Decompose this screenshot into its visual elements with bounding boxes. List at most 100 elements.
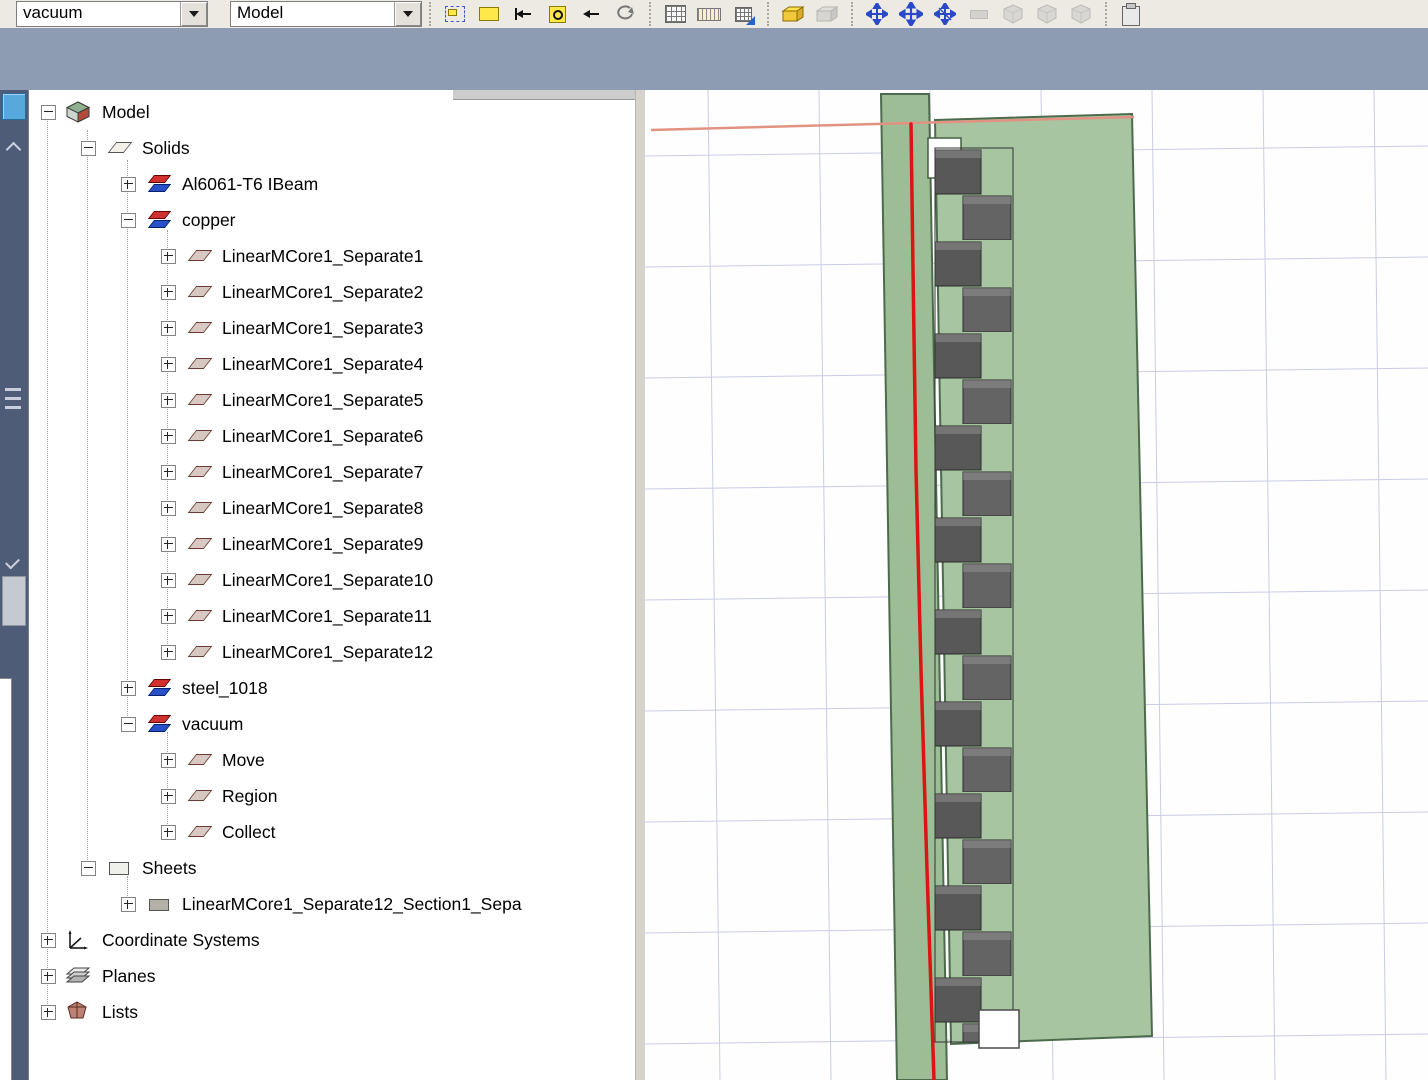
collapse-up-icon[interactable]	[5, 141, 22, 158]
axes-icon	[65, 929, 93, 951]
view-combobox[interactable]: Model	[230, 1, 422, 27]
tree-expander-plus[interactable]	[161, 248, 176, 264]
tree-expander-plus[interactable]	[41, 968, 56, 984]
solid-parallelogram-icon	[185, 641, 213, 663]
tree-expander-plus[interactable]	[161, 500, 176, 516]
transform-tool-button[interactable]	[930, 1, 960, 27]
draw-rectangle-button[interactable]	[474, 1, 504, 27]
combo-dropdown-arrow[interactable]	[394, 2, 421, 26]
tree-expander-plus[interactable]	[161, 644, 176, 660]
box-disabled-button[interactable]	[812, 1, 842, 27]
material-stack-icon	[145, 677, 173, 699]
gray-solid-icon-3	[1071, 4, 1091, 24]
tree-expander-plus[interactable]	[161, 536, 176, 552]
center-snap-button[interactable]	[542, 1, 572, 27]
tree-expander-plus[interactable]	[41, 932, 56, 948]
tree-item[interactable]: Planes	[29, 958, 636, 994]
move-tool-button[interactable]	[862, 1, 892, 27]
tree-expander-minus[interactable]	[41, 104, 56, 120]
tree-item[interactable]: Model	[29, 94, 636, 130]
tree-item[interactable]: steel_1018	[29, 670, 636, 706]
tree-item[interactable]: copper	[29, 202, 636, 238]
ruler-icon	[697, 7, 721, 21]
toolbar-separator	[1105, 2, 1107, 26]
dock-panel-icon[interactable]	[2, 576, 26, 626]
pan-tool-button[interactable]	[896, 1, 926, 27]
disabled-tool-button[interactable]	[964, 1, 994, 27]
tree-expander-plus[interactable]	[121, 680, 136, 696]
tree-item[interactable]: Collect	[29, 814, 636, 850]
tree-item[interactable]: LinearMCore1_Separate7	[29, 454, 636, 490]
tree-expander-plus[interactable]	[161, 572, 176, 588]
tree-item[interactable]: LinearMCore1_Separate3	[29, 310, 636, 346]
rotate-icon	[617, 5, 634, 20]
modeler-canvas[interactable]	[645, 90, 1428, 1080]
solid-parallelogram-icon	[185, 281, 213, 303]
snap-settings-button[interactable]	[728, 1, 758, 27]
dock-blue-tab-icon[interactable]	[2, 93, 26, 120]
tree-expander-plus[interactable]	[161, 356, 176, 372]
solid-tool-3-button[interactable]	[1066, 1, 1096, 27]
material-combobox[interactable]: vacuum	[16, 1, 208, 27]
menu-lines-icon[interactable]	[5, 388, 21, 414]
tree-item-label: Lists	[102, 1001, 138, 1022]
solid-parallelogram-icon	[185, 749, 213, 771]
tree-item[interactable]: Move	[29, 742, 636, 778]
tree-item[interactable]: LinearMCore1_Separate12	[29, 634, 636, 670]
tree-item[interactable]: Lists	[29, 994, 636, 1030]
select-mode-button[interactable]	[440, 1, 470, 27]
tree-item[interactable]: vacuum	[29, 706, 636, 742]
tree-item-label: LinearMCore1_Separate6	[222, 425, 424, 446]
tree-expander-minus[interactable]	[121, 212, 136, 228]
tree-expander-plus[interactable]	[121, 896, 136, 912]
tree-expander-plus[interactable]	[41, 1004, 56, 1020]
tree-item-label: LinearMCore1_Separate1	[222, 245, 424, 266]
align-min-button[interactable]	[508, 1, 538, 27]
tree-item[interactable]: Al6061-T6 IBeam	[29, 166, 636, 202]
tree-expander-plus[interactable]	[161, 284, 176, 300]
tree-item[interactable]: LinearMCore1_Separate6	[29, 418, 636, 454]
tree-item[interactable]: Solids	[29, 130, 636, 166]
tree-expander-plus[interactable]	[161, 752, 176, 768]
clipboard-button[interactable]	[1116, 1, 1146, 27]
tree-item[interactable]: LinearMCore1_Separate5	[29, 382, 636, 418]
tree-expander-plus[interactable]	[161, 824, 176, 840]
core-stack[interactable]	[934, 147, 1014, 1043]
tree-expander-plus[interactable]	[161, 428, 176, 444]
tree-item[interactable]: LinearMCore1_Separate12_Section1_Sepa	[29, 886, 636, 922]
combo-dropdown-arrow[interactable]	[180, 2, 207, 26]
tree-item[interactable]: LinearMCore1_Separate10	[29, 562, 636, 598]
tree-item[interactable]: LinearMCore1_Separate1	[29, 238, 636, 274]
tree-item[interactable]: LinearMCore1_Separate2	[29, 274, 636, 310]
tree-expander-plus[interactable]	[161, 608, 176, 624]
tree-item[interactable]: LinearMCore1_Separate9	[29, 526, 636, 562]
move-left-button[interactable]	[576, 1, 606, 27]
tree-expander-plus[interactable]	[121, 176, 136, 192]
material-stack-icon	[145, 173, 173, 195]
grid-icon	[664, 5, 686, 23]
tree-expander-plus[interactable]	[161, 788, 176, 804]
solid-parallelogram-icon	[185, 353, 213, 375]
ruler-button[interactable]	[694, 1, 724, 27]
tree-expander-plus[interactable]	[161, 392, 176, 408]
tree-expander-plus[interactable]	[161, 320, 176, 336]
tree-expander-minus[interactable]	[81, 860, 96, 876]
tree-item[interactable]: LinearMCore1_Separate11	[29, 598, 636, 634]
tree-item[interactable]: LinearMCore1_Separate8	[29, 490, 636, 526]
tree-item[interactable]: Coordinate Systems	[29, 922, 636, 958]
viewport-3d[interactable]	[645, 90, 1428, 1080]
tree-item[interactable]: LinearMCore1_Separate4	[29, 346, 636, 382]
toolbar-separator	[429, 2, 431, 26]
tree-item-label: Al6061-T6 IBeam	[182, 173, 319, 194]
solid-tool-2-button[interactable]	[1032, 1, 1062, 27]
grid-toggle-button[interactable]	[660, 1, 690, 27]
tree-item[interactable]: Sheets	[29, 850, 636, 886]
tree-expander-minus[interactable]	[81, 140, 96, 156]
tree-expander-minus[interactable]	[121, 716, 136, 732]
tree-expander-plus[interactable]	[161, 464, 176, 480]
rotate-button[interactable]	[610, 1, 640, 27]
box-draw-button[interactable]	[778, 1, 808, 27]
tree-item-label: LinearMCore1_Separate8	[222, 497, 424, 518]
solid-tool-1-button[interactable]	[998, 1, 1028, 27]
tree-item[interactable]: Region	[29, 778, 636, 814]
